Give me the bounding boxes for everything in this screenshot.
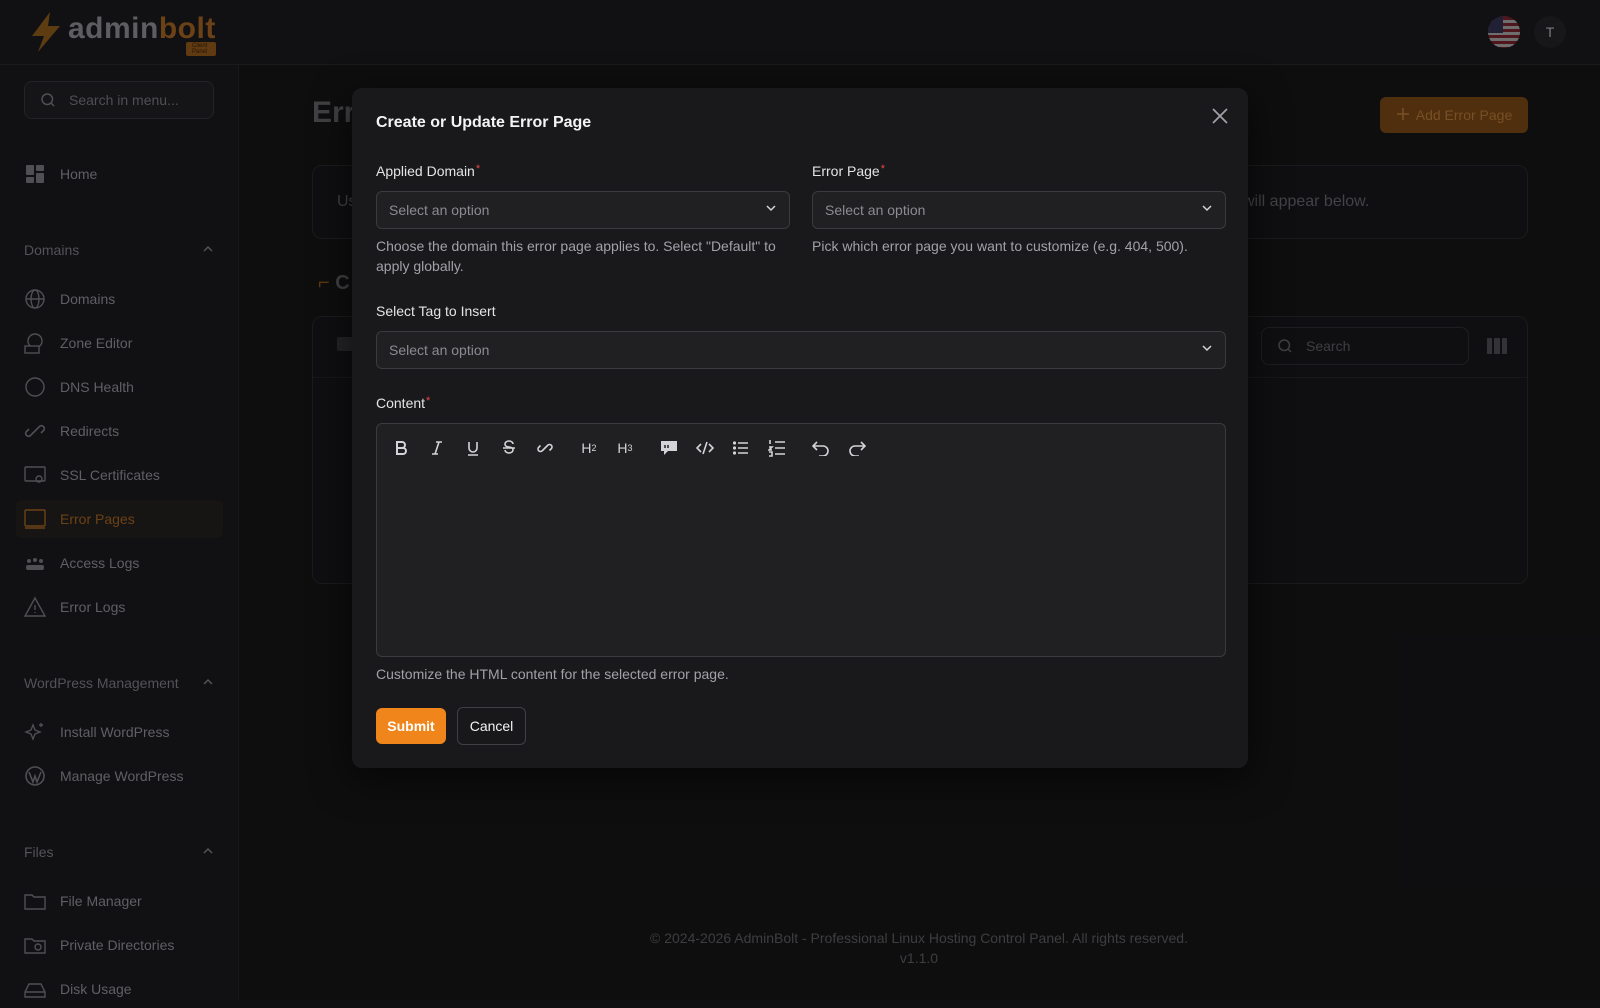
redo-icon[interactable] <box>845 436 869 460</box>
blockquote-icon[interactable] <box>657 436 681 460</box>
editor-toolbar: H2 H3 <box>389 436 881 460</box>
bullet-list-icon[interactable] <box>729 436 753 460</box>
editor-content-area[interactable] <box>389 476 1213 644</box>
error-page-label: Error Page* <box>812 163 885 179</box>
applied-domain-select[interactable]: Select an option <box>376 191 790 229</box>
content-hint: Customize the HTML content for the selec… <box>376 666 729 682</box>
select-placeholder: Select an option <box>389 202 490 218</box>
error-page-select[interactable]: Select an option <box>812 191 1226 229</box>
applied-domain-label: Applied Domain* <box>376 163 481 179</box>
cancel-button[interactable]: Cancel <box>457 707 526 745</box>
ordered-list-icon[interactable] <box>765 436 789 460</box>
close-icon <box>1212 108 1228 124</box>
error-page-hint: Pick which error page you want to custom… <box>812 238 1188 254</box>
chevron-down-icon <box>765 201 777 219</box>
code-block-icon[interactable] <box>693 436 717 460</box>
heading3-icon[interactable]: H3 <box>613 436 637 460</box>
applied-domain-hint: Choose the domain this error page applie… <box>376 238 776 274</box>
heading2-icon[interactable]: H2 <box>577 436 601 460</box>
chevron-down-icon <box>1201 201 1213 219</box>
submit-button[interactable]: Submit <box>376 708 446 744</box>
chevron-down-icon <box>1201 341 1213 359</box>
italic-icon[interactable] <box>425 436 449 460</box>
select-placeholder: Select an option <box>389 342 490 358</box>
content-editor: H2 H3 <box>376 423 1226 657</box>
modal-title: Create or Update Error Page <box>376 114 592 131</box>
undo-icon[interactable] <box>809 436 833 460</box>
content-label: Content* <box>376 395 431 411</box>
close-button[interactable] <box>1208 104 1232 128</box>
strikethrough-icon[interactable] <box>497 436 521 460</box>
link-icon[interactable] <box>533 436 557 460</box>
select-placeholder: Select an option <box>825 202 926 218</box>
error-page-modal: Create or Update Error Page Applied Doma… <box>352 88 1248 768</box>
bold-icon[interactable] <box>389 436 413 460</box>
underline-icon[interactable] <box>461 436 485 460</box>
tag-select[interactable]: Select an option <box>376 331 1226 369</box>
tag-label: Select Tag to Insert <box>376 303 496 319</box>
